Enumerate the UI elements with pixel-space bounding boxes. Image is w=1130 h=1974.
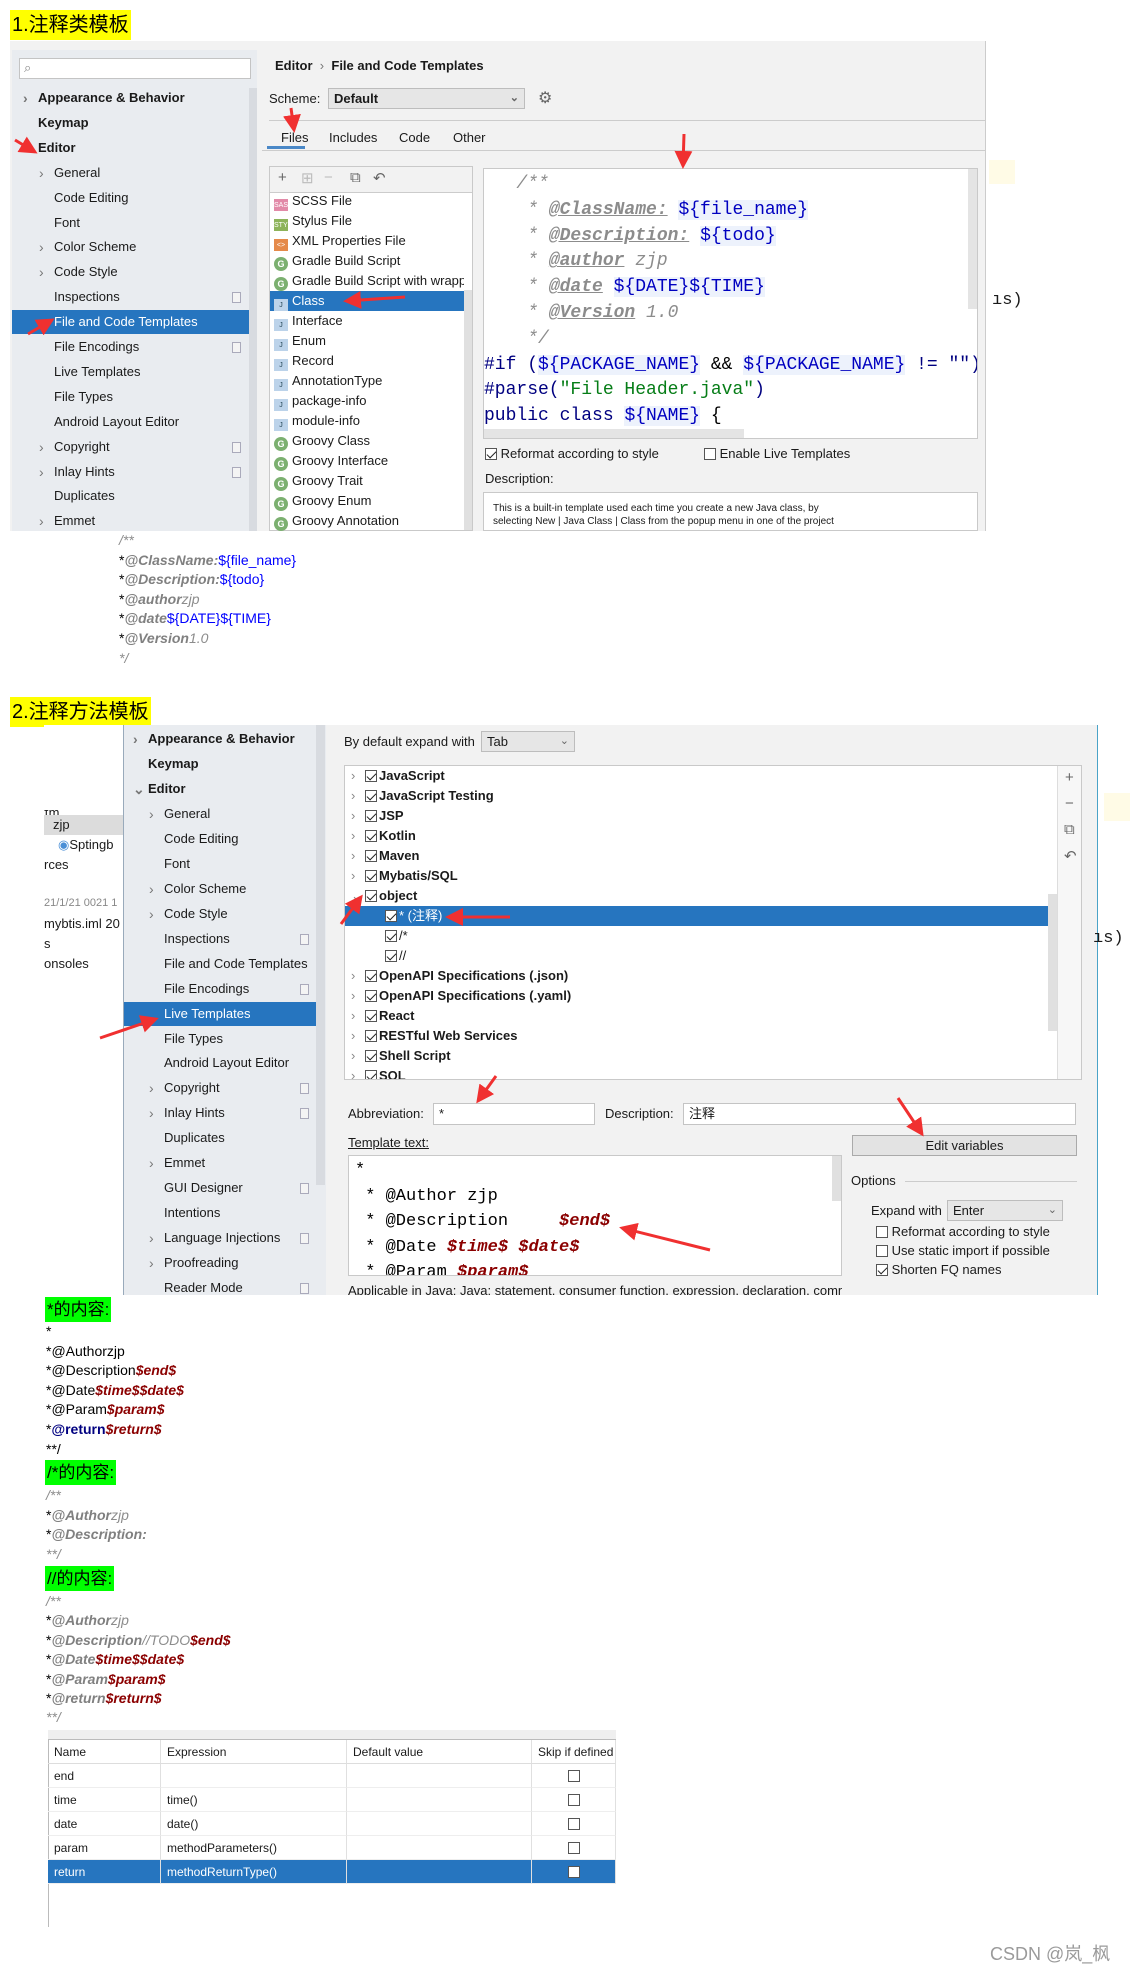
arrow-editor-area [674,133,693,169]
annotation-arrows [14,107,924,1252]
arrow-end-variable [619,1222,711,1252]
arrow-editor-item [14,136,38,154]
arrow-abbreviation [476,1075,498,1104]
arrow-edit-variables [896,1097,924,1137]
arrow-file-code-templates [27,318,55,336]
arrow-files-tab [283,107,301,133]
arrow-object-group [339,894,363,925]
arrow-class-item [343,291,406,309]
arrow-live-templates [99,1015,159,1040]
